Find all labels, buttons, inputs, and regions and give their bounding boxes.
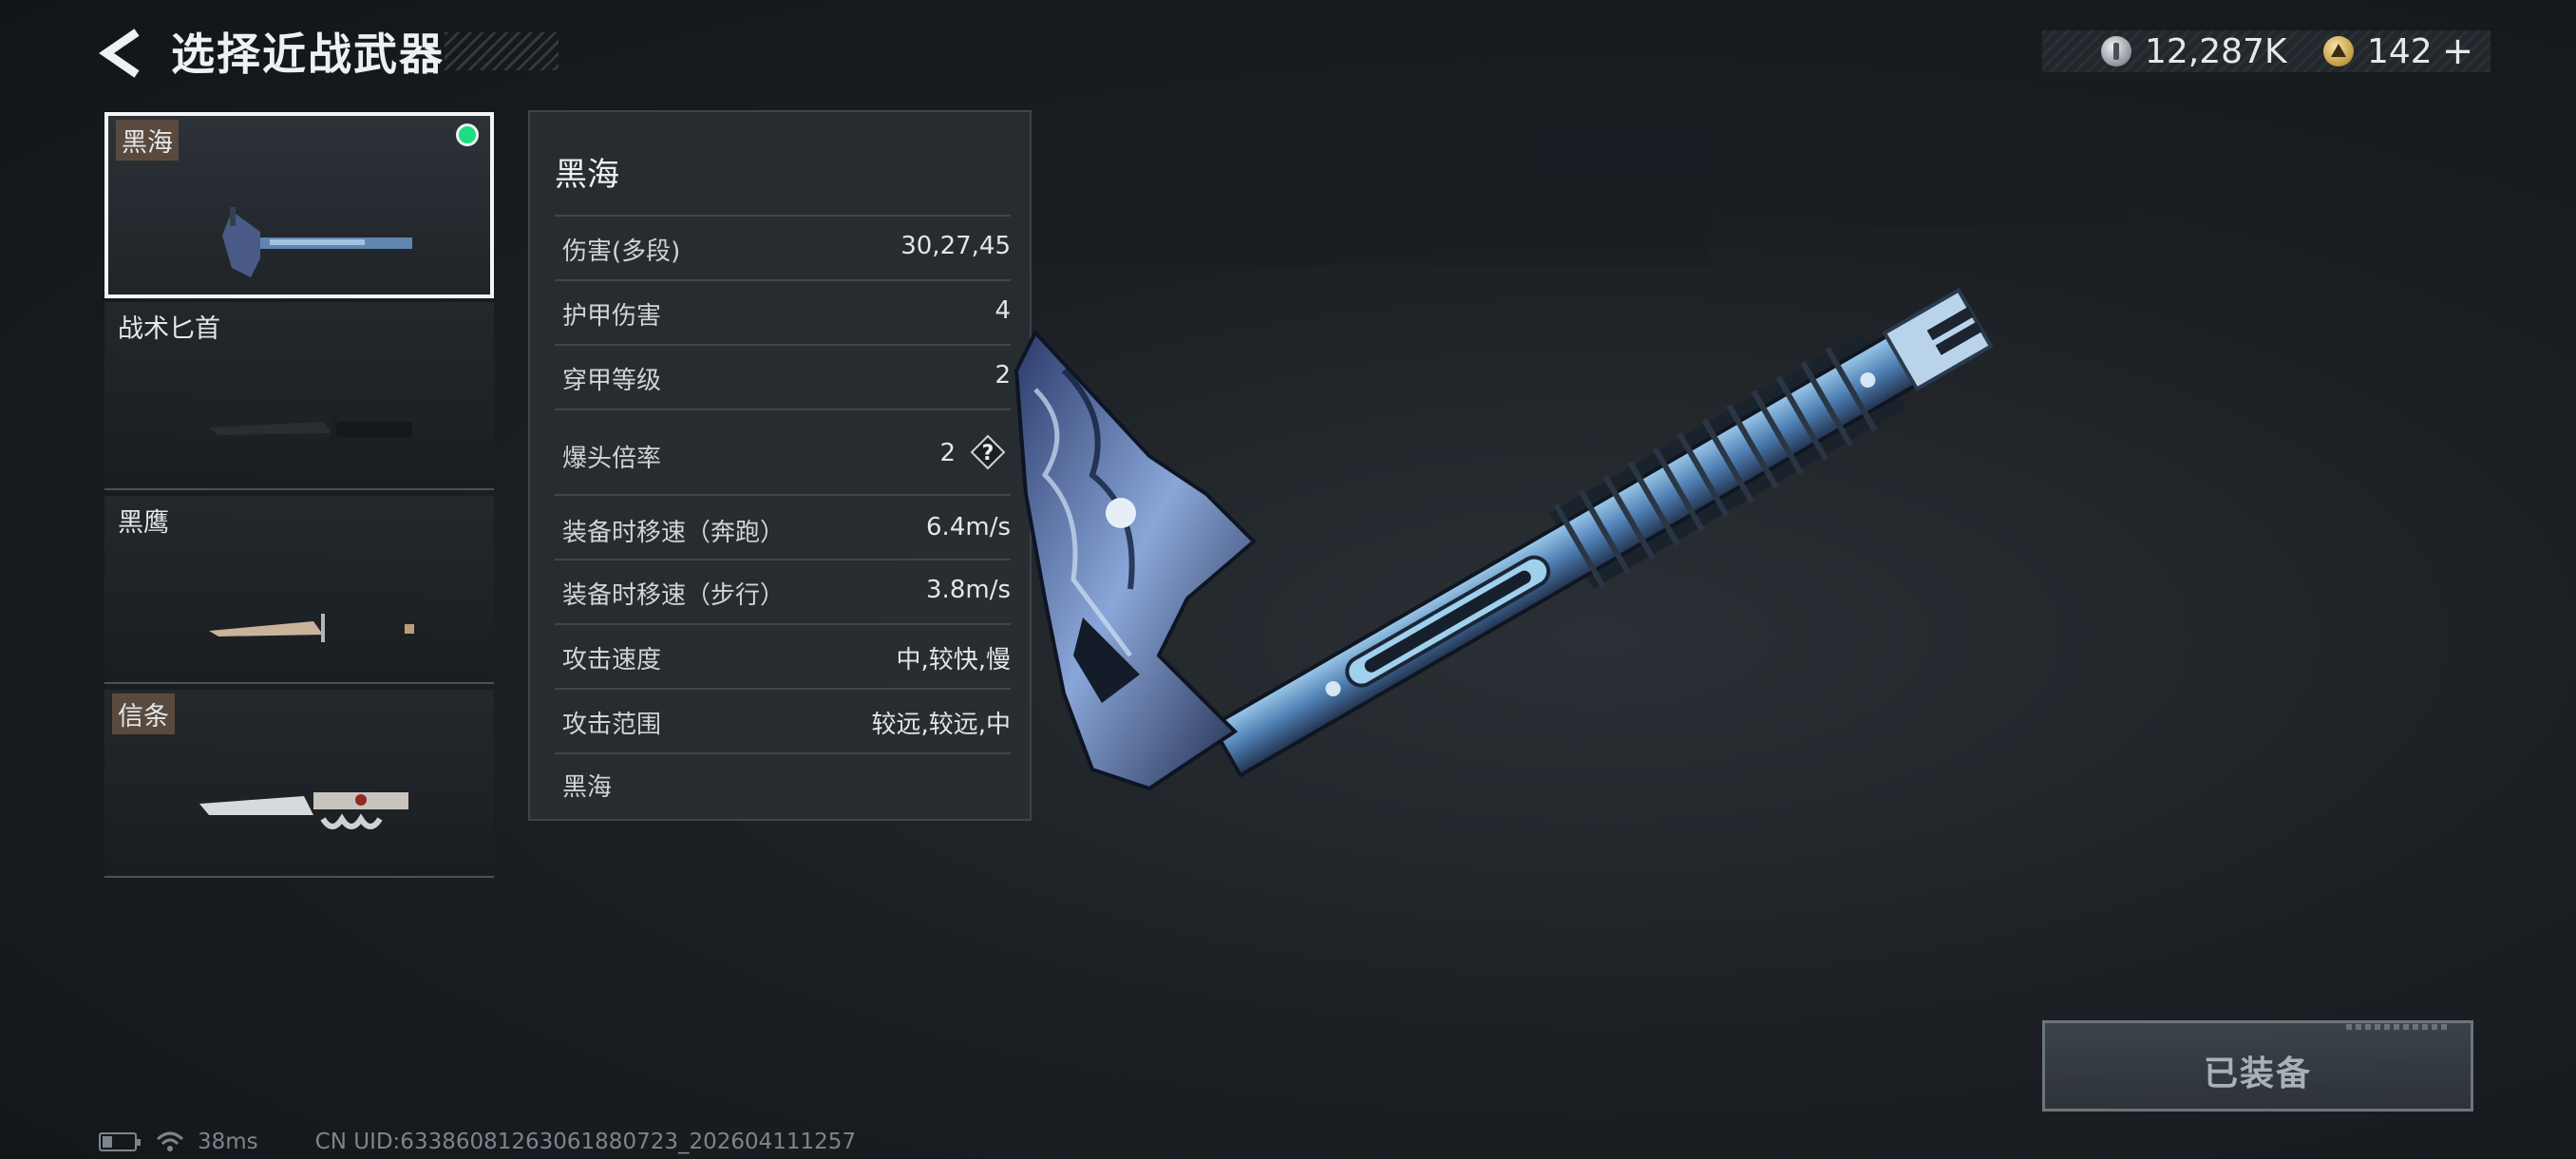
- weapon-card-black-hawk[interactable]: 黑鹰: [104, 496, 494, 684]
- knuckle-knife-thumbnail: [199, 792, 408, 829]
- wifi-icon: [156, 1131, 184, 1151]
- weapon-name: 黑海: [116, 120, 179, 161]
- battery-icon: [99, 1132, 141, 1151]
- stat-label: 攻击范围: [562, 711, 662, 739]
- help-icon[interactable]: ?: [969, 433, 1007, 471]
- stat-label: 穿甲等级: [562, 367, 662, 395]
- stat-row: 爆头倍率 2 ?: [555, 408, 1011, 494]
- page-title: 选择近战武器: [171, 28, 445, 80]
- back-button[interactable]: [99, 25, 146, 82]
- stat-row: 穿甲等级 2: [555, 344, 1011, 408]
- weapon-name: 黑鹰: [118, 508, 169, 538]
- stat-row: 攻击速度 中,较快,慢: [555, 623, 1011, 688]
- gold-coin-icon: [2323, 36, 2354, 66]
- weapon-card-creed[interactable]: 信条: [104, 690, 494, 878]
- equip-button-label: 已装备: [2203, 1054, 2312, 1093]
- stat-row: 护甲伤害 4: [555, 279, 1011, 344]
- svg-text:?: ?: [982, 442, 994, 466]
- stat-value: 较远,较远,中: [871, 711, 1011, 739]
- stat-row: 装备时移速（奔跑） 6.4m/s: [555, 494, 1011, 559]
- silver-amount: 12,287K: [2145, 31, 2287, 71]
- gold-currency[interactable]: 142 +: [2323, 29, 2474, 73]
- stat-value: 2: [939, 439, 956, 467]
- stat-row: 装备时移速（步行） 3.8m/s: [555, 559, 1011, 623]
- background-panel: [1539, 76, 2128, 228]
- stats-footer: 黑海: [562, 773, 613, 802]
- stat-label: 攻击速度: [562, 646, 662, 674]
- ping-value: 38ms: [198, 1130, 258, 1154]
- stat-label: 爆头倍率: [562, 445, 662, 473]
- stat-value: 3.8m/s: [926, 576, 1011, 604]
- weapon-stats-panel: 黑海 伤害(多段) 30,27,45 护甲伤害 4 穿甲等级 2 爆头倍率 2 …: [528, 110, 1032, 821]
- equipped-button[interactable]: 已装备: [2042, 1020, 2473, 1112]
- weapon-card-heihai[interactable]: 黑海: [104, 112, 494, 298]
- stat-value: 6.4m/s: [926, 513, 1011, 542]
- stat-row: 伤害(多段) 30,27,45: [555, 215, 1011, 279]
- stat-label: 伤害(多段): [562, 238, 681, 266]
- stat-label: 装备时移速（奔跑）: [562, 519, 786, 547]
- weapon-card-tactical-dagger[interactable]: 战术匕首: [104, 302, 494, 490]
- gold-amount: 142: [2367, 31, 2433, 71]
- button-decoration: [2346, 1024, 2451, 1030]
- stat-row: 攻击范围 较远,较远,中: [555, 688, 1011, 752]
- weapon-name: 信条: [112, 694, 175, 734]
- user-uid: CN UID:6338608126306188072​3_20260411125…: [314, 1130, 857, 1154]
- back-arrow-icon: [99, 28, 140, 78]
- stat-value: 中,较快,慢: [896, 646, 1011, 674]
- add-currency-button[interactable]: +: [2442, 29, 2474, 73]
- silver-currency: 12,287K: [2101, 30, 2287, 72]
- stat-label: 护甲伤害: [562, 302, 662, 331]
- dagger-thumbnail: [209, 416, 412, 443]
- stats-title: 黑海: [555, 156, 619, 194]
- silver-coin-icon: [2101, 36, 2131, 66]
- stat-value: 30,27,45: [900, 232, 1011, 260]
- weapon-preview-axe[interactable]: [1007, 256, 2090, 1016]
- stats-divider: [555, 752, 1011, 756]
- stat-label: 装备时移速（步行）: [562, 581, 786, 610]
- knife-thumbnail: [209, 614, 414, 642]
- axe-thumbnail: [222, 207, 412, 277]
- equipped-indicator: [456, 124, 479, 146]
- currency-bar: 12,287K 142 +: [2042, 29, 2491, 73]
- status-bar: 38ms CN UID:6338608126306188072​3_202604…: [99, 1129, 856, 1155]
- title-decoration: [445, 32, 559, 70]
